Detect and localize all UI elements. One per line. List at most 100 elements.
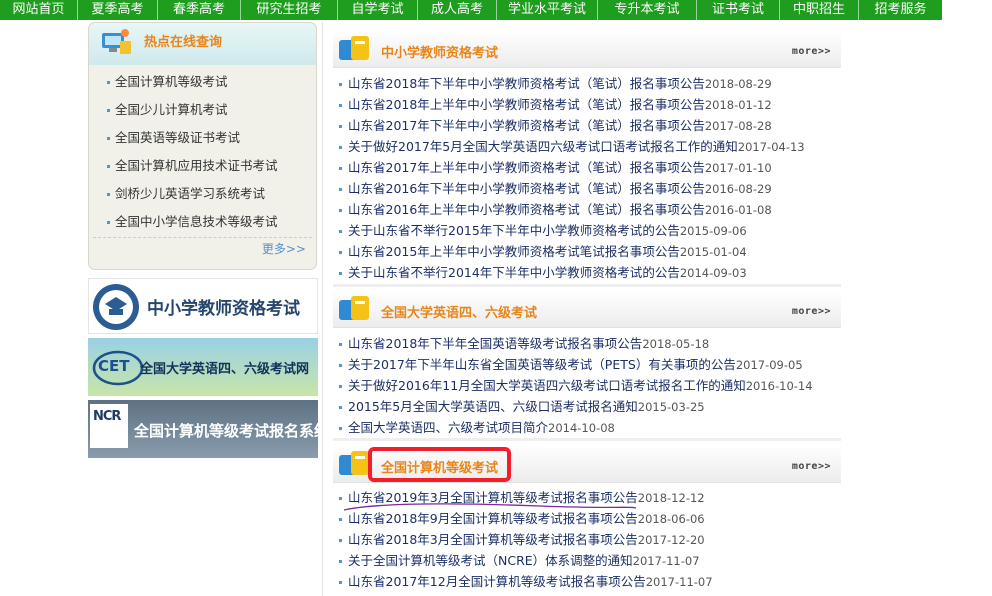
section-header: 全国大学英语四、六级考试 more>> bbox=[333, 290, 841, 328]
section-header: 中小学教师资格考试 more>> bbox=[333, 30, 841, 68]
nav-item-home[interactable]: 网站首页 bbox=[0, 0, 78, 20]
nav-item-summer-exam[interactable]: 夏季高考 bbox=[78, 0, 158, 20]
more-link[interactable]: more>> bbox=[792, 46, 831, 57]
news-link[interactable]: 关于做好2016年11月全国大学英语四六级考试口语考试报名工作的通知 bbox=[348, 378, 746, 393]
ncre-banner-label: 全国计算机等级考试报名系统 bbox=[134, 422, 330, 440]
bullet-icon bbox=[339, 104, 342, 107]
nav-item-self-study[interactable]: 自学考试 bbox=[338, 0, 418, 20]
list-item[interactable]: 剑桥少儿英语学习系统考试 bbox=[89, 183, 316, 211]
news-date: 2018-12-12 bbox=[637, 491, 705, 505]
nav-item-proficiency[interactable]: 学业水平考试 bbox=[497, 0, 598, 20]
hot-query-list: 全国计算机等级考试 全国少儿计算机考试 全国英语等级证书考试 全国计算机应用技术… bbox=[89, 71, 316, 239]
nav-item-spring-exam[interactable]: 春季高考 bbox=[158, 0, 241, 20]
news-item[interactable]: 山东省2017年12月全国计算机等级考试报名事项公告2017-11-07 bbox=[339, 571, 844, 592]
section-divider bbox=[333, 438, 841, 441]
news-item[interactable]: 全国大学英语四、六级考试项目简介2014-10-08 bbox=[339, 417, 844, 438]
bullet-icon bbox=[339, 209, 342, 212]
news-item[interactable]: 山东省2016年上半年中小学教师资格考试（笔试）报名事项公告2016-01-08 bbox=[339, 199, 844, 220]
news-item[interactable]: 关于山东省不举行2015年下半年中小学教师资格考试的公告2015-09-06 bbox=[339, 220, 844, 241]
news-link[interactable]: 山东省2018年下半年中小学教师资格考试（笔试）报名事项公告 bbox=[348, 76, 705, 91]
news-item[interactable]: 山东省2017年上半年中小学教师资格考试（笔试）报名事项公告2017-01-10 bbox=[339, 157, 844, 178]
bullet-icon bbox=[339, 188, 342, 191]
section-title: 全国大学英语四、六级考试 bbox=[381, 306, 538, 321]
news-item[interactable]: 2015年5月全国大学英语四、六级口语考试报名通知2015-03-25 bbox=[339, 396, 844, 417]
section-cet: 全国大学英语四、六级考试 more>> 山东省2018年下半年全国英语等级考试报… bbox=[333, 290, 844, 441]
news-item[interactable]: 关于做好2017年5月全国大学英语四六级考试口语考试报名工作的通知2017-04… bbox=[339, 136, 844, 157]
news-date: 2017-08-28 bbox=[704, 119, 772, 133]
bullet-icon bbox=[339, 427, 342, 430]
nav-item-adult[interactable]: 成人高考 bbox=[418, 0, 497, 20]
bullet-icon bbox=[339, 385, 342, 388]
news-link[interactable]: 2015年5月全国大学英语四、六级口语考试报名通知 bbox=[348, 399, 638, 414]
news-item[interactable]: 关于山东省不举行2014年下半年中小学教师资格考试的公告2014-09-03 bbox=[339, 262, 844, 283]
news-link[interactable]: 关于2017年下半年山东省全国英语等级考试（PETS）有关事项的公告 bbox=[348, 357, 736, 372]
news-link[interactable]: 山东省2018年3月全国计算机等级考试报名事项公告 bbox=[348, 532, 638, 547]
news-date: 2014-09-03 bbox=[679, 266, 747, 280]
news-item[interactable]: 山东省2017年下半年中小学教师资格考试（笔试）报名事项公告2017-08-28 bbox=[339, 115, 844, 136]
bullet-icon bbox=[339, 230, 342, 233]
news-item[interactable]: 关于2017年下半年山东省全国英语等级考试（PETS）有关事项的公告2017-0… bbox=[339, 354, 844, 375]
bullet-icon bbox=[107, 193, 110, 196]
list-item[interactable]: 全国计算机应用技术证书考试 bbox=[89, 155, 316, 183]
news-date: 2014-10-08 bbox=[548, 421, 615, 435]
bullet-icon bbox=[339, 125, 342, 128]
news-link[interactable]: 山东省2017年上半年中小学教师资格考试（笔试）报名事项公告 bbox=[348, 160, 705, 175]
teacher-exam-banner[interactable]: 中小学教师资格考试 bbox=[88, 278, 318, 334]
list-item[interactable]: 全国少儿计算机考试 bbox=[89, 99, 316, 127]
nav-item-service[interactable]: 招考服务 bbox=[859, 0, 942, 20]
more-link[interactable]: more>> bbox=[792, 461, 831, 472]
nav-item-graduate[interactable]: 研究生招考 bbox=[241, 0, 338, 20]
news-list: 山东省2018年下半年中小学教师资格考试（笔试）报名事项公告2018-08-29… bbox=[339, 73, 844, 283]
list-item[interactable]: 全国中小学信息技术等级考试 bbox=[89, 211, 316, 239]
ncre-banner[interactable]: NCR 全国计算机等级考试报名系统 bbox=[88, 400, 329, 458]
news-item[interactable]: 关于全国计算机等级考试（NCRE）体系调整的通知2017-11-07 bbox=[339, 550, 844, 571]
news-item[interactable]: 山东省2018年下半年中小学教师资格考试（笔试）报名事项公告2018-08-29 bbox=[339, 73, 844, 94]
hot-query-title: 热点在线查询 bbox=[144, 35, 223, 50]
news-date: 2015-09-06 bbox=[679, 224, 747, 238]
cet-banner[interactable]: CET 全国大学英语四、六级考试网 bbox=[88, 338, 318, 396]
nav-item-vocational[interactable]: 中职招生 bbox=[780, 0, 859, 20]
hot-query-header: 热点在线查询 bbox=[89, 23, 316, 65]
nav-item-upgrade[interactable]: 专升本考试 bbox=[598, 0, 697, 20]
underline-annotation bbox=[343, 503, 637, 511]
news-link[interactable]: 山东省2016年上半年中小学教师资格考试（笔试）报名事项公告 bbox=[348, 202, 705, 217]
news-item[interactable]: 山东省2018年上半年中小学教师资格考试（笔试）报名事项公告2018-01-12 bbox=[339, 94, 844, 115]
news-date: 2017-01-10 bbox=[704, 161, 772, 175]
news-link[interactable]: 山东省2018年下半年全国英语等级考试报名事项公告 bbox=[348, 336, 642, 351]
news-date: 2016-08-29 bbox=[704, 182, 772, 196]
list-item[interactable]: 全国计算机等级考试 bbox=[89, 71, 316, 99]
bullet-icon bbox=[107, 137, 110, 140]
hot-query-box: 热点在线查询 全国计算机等级考试 全国少儿计算机考试 全国英语等级证书考试 全国… bbox=[88, 22, 317, 270]
news-link[interactable]: 山东省2016年下半年中小学教师资格考试（笔试）报名事项公告 bbox=[348, 181, 705, 196]
more-link[interactable]: more>> bbox=[792, 306, 831, 317]
list-item[interactable]: 全国英语等级证书考试 bbox=[89, 127, 316, 155]
nav-item-certificate[interactable]: 证书考试 bbox=[697, 0, 780, 20]
news-link[interactable]: 山东省2017年12月全国计算机等级考试报名事项公告 bbox=[348, 574, 646, 589]
news-link[interactable]: 关于做好2017年5月全国大学英语四六级考试口语考试报名工作的通知 bbox=[348, 139, 738, 154]
news-link[interactable]: 全国大学英语四、六级考试项目简介 bbox=[348, 420, 548, 435]
news-link[interactable]: 关于全国计算机等级考试（NCRE）体系调整的通知 bbox=[348, 553, 633, 568]
news-link[interactable]: 山东省2015年上半年中小学教师资格考试笔试报名事项公告 bbox=[348, 244, 680, 259]
highlight-annotation bbox=[368, 447, 511, 482]
bullet-icon bbox=[107, 221, 110, 224]
hot-more-link[interactable]: 更多>> bbox=[262, 240, 306, 257]
bullet-icon bbox=[339, 251, 342, 254]
news-date: 2016-10-14 bbox=[745, 379, 813, 393]
news-item[interactable]: 山东省2018年3月全国计算机等级考试报名事项公告2017-12-20 bbox=[339, 529, 844, 550]
news-link[interactable]: 关于山东省不举行2015年下半年中小学教师资格考试的公告 bbox=[348, 223, 680, 238]
news-date: 2016-01-08 bbox=[704, 203, 772, 217]
news-item[interactable]: 关于做好2016年11月全国大学英语四六级考试口语考试报名工作的通知2016-1… bbox=[339, 375, 844, 396]
news-item[interactable]: 山东省2016年下半年中小学教师资格考试（笔试）报名事项公告2016-08-29 bbox=[339, 178, 844, 199]
news-date: 2017-09-05 bbox=[735, 358, 803, 372]
bullet-icon bbox=[339, 406, 342, 409]
news-link[interactable]: 山东省2017年下半年中小学教师资格考试（笔试）报名事项公告 bbox=[348, 118, 705, 133]
bullet-icon bbox=[339, 581, 342, 584]
bullet-icon bbox=[339, 83, 342, 86]
top-nav: 网站首页 夏季高考 春季高考 研究生招考 自学考试 成人高考 学业水平考试 专升… bbox=[0, 0, 942, 20]
news-link[interactable]: 山东省2018年上半年中小学教师资格考试（笔试）报名事项公告 bbox=[348, 97, 705, 112]
bullet-icon bbox=[107, 81, 110, 84]
cet-banner-label: 全国大学英语四、六级考试网 bbox=[140, 362, 310, 377]
news-item[interactable]: 山东省2015年上半年中小学教师资格考试笔试报名事项公告2015-01-04 bbox=[339, 241, 844, 262]
news-item[interactable]: 山东省2018年下半年全国英语等级考试报名事项公告2018-05-18 bbox=[339, 333, 844, 354]
news-link[interactable]: 关于山东省不举行2014年下半年中小学教师资格考试的公告 bbox=[348, 265, 680, 280]
